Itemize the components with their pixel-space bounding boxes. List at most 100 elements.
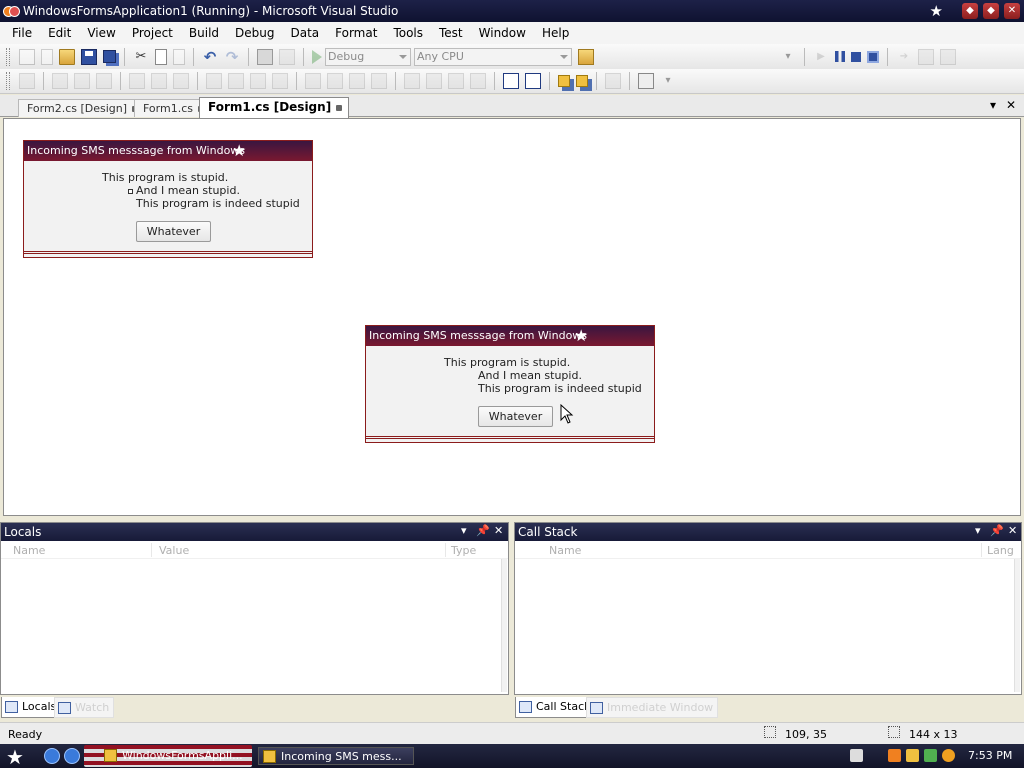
align-centers-icon[interactable] <box>74 73 90 89</box>
column-name[interactable]: Name <box>13 544 45 557</box>
send-to-back-icon[interactable] <box>576 75 588 87</box>
cut-icon[interactable]: ✂ <box>133 49 149 65</box>
window-position-icon[interactable]: ▾ <box>461 524 467 537</box>
tab-call-stack[interactable]: Call Stack <box>515 697 596 718</box>
quick-launch-icon[interactable] <box>64 748 80 764</box>
window-position-icon[interactable]: ▾ <box>975 524 981 537</box>
menu-help[interactable]: Help <box>536 26 575 40</box>
sms-form-title-bar[interactable]: Incoming SMS messsage from Windows ★ <box>366 326 654 346</box>
step-into-icon[interactable] <box>918 48 934 65</box>
align-to-grid-icon[interactable] <box>19 73 35 89</box>
size-to-grid-icon[interactable] <box>228 73 244 89</box>
save-icon[interactable] <box>81 48 97 65</box>
close-pane-icon[interactable]: ✕ <box>494 524 503 537</box>
open-file-icon[interactable] <box>59 48 75 65</box>
start-button[interactable]: ★ <box>6 745 24 768</box>
increase-vertical-spacing-icon[interactable] <box>426 73 442 89</box>
security-shield-icon[interactable] <box>906 749 919 762</box>
column-name[interactable]: Name <box>549 544 581 557</box>
break-all-icon[interactable] <box>835 51 845 62</box>
lock-controls-icon[interactable] <box>605 73 621 89</box>
vertical-spacing-equal-icon[interactable] <box>404 73 420 89</box>
minimize-button[interactable]: ◆ <box>962 3 978 19</box>
menu-data[interactable]: Data <box>284 26 325 40</box>
locals-pane-header[interactable]: Locals ▾ 📌 ✕ <box>1 523 508 541</box>
toolbar-grip[interactable] <box>6 47 10 66</box>
remove-vertical-spacing-icon[interactable] <box>470 73 486 89</box>
menu-view[interactable]: View <box>81 26 121 40</box>
call-stack-pane-header[interactable]: Call Stack ▾ 📌 ✕ <box>515 523 1021 541</box>
align-tops-icon[interactable] <box>129 73 145 89</box>
visual-studio-tray-icon[interactable] <box>888 749 901 762</box>
toolbar-grip[interactable] <box>6 72 10 90</box>
keyboard-icon[interactable] <box>850 749 863 762</box>
show-next-statement-icon[interactable]: ➔ <box>896 49 912 65</box>
align-lefts-icon[interactable] <box>52 73 68 89</box>
menu-project[interactable]: Project <box>126 26 179 40</box>
whatever-button[interactable]: Whatever <box>478 406 553 427</box>
tab-immediate-window[interactable]: Immediate Window <box>586 697 719 718</box>
taskbar-item-visual-studio[interactable]: WindowsFormsAppli... <box>100 747 249 765</box>
column-type[interactable]: Type <box>451 544 476 557</box>
internet-explorer-icon[interactable] <box>44 748 60 764</box>
make-same-height-icon[interactable] <box>250 73 266 89</box>
align-bottoms-icon[interactable] <box>173 73 189 89</box>
menu-tools[interactable]: Tools <box>387 26 429 40</box>
column-value[interactable]: Value <box>159 544 189 557</box>
bring-to-front-icon[interactable] <box>558 75 570 87</box>
horizontal-spacing-equal-icon[interactable] <box>305 73 321 89</box>
pin-icon[interactable]: 📌 <box>990 524 1004 537</box>
remove-horizontal-spacing-icon[interactable] <box>371 73 387 89</box>
whatever-button[interactable]: Whatever <box>136 221 211 242</box>
designer-surface[interactable]: Incoming SMS messsage from Windows ★ Thi… <box>3 118 1021 516</box>
navigate-backward-icon[interactable] <box>257 48 273 65</box>
sms-form-title-bar[interactable]: Incoming SMS messsage from Windows ★ <box>24 141 312 161</box>
network-icon[interactable] <box>924 749 937 762</box>
taskbar-item-sms-form[interactable]: Incoming SMS mess... <box>258 747 414 765</box>
menu-format[interactable]: Format <box>329 26 383 40</box>
menu-window[interactable]: Window <box>473 26 532 40</box>
tab-form2-design[interactable]: Form2.cs [Design] <box>18 99 146 117</box>
solution-configuration-select[interactable]: Debug <box>325 47 411 66</box>
align-middles-icon[interactable] <box>151 73 167 89</box>
close-button[interactable]: ✕ <box>1004 3 1020 19</box>
undo-icon[interactable]: ↶ <box>202 49 218 65</box>
sms-form-running[interactable]: Incoming SMS messsage from Windows ★ Thi… <box>365 325 655 443</box>
make-same-width-icon[interactable] <box>206 73 222 89</box>
menu-edit[interactable]: Edit <box>42 26 77 40</box>
find-in-files-icon[interactable] <box>578 48 594 65</box>
decrease-vertical-spacing-icon[interactable] <box>448 73 464 89</box>
tab-watch[interactable]: Watch <box>54 697 115 718</box>
selection-handle[interactable] <box>128 189 133 194</box>
sms-form-designer[interactable]: Incoming SMS messsage from Windows ★ Thi… <box>23 140 313 258</box>
start-debugging-icon[interactable] <box>312 49 322 64</box>
stop-debugging-icon[interactable] <box>851 51 861 62</box>
maximize-button[interactable]: ◆ <box>983 3 999 19</box>
restart-icon[interactable] <box>867 50 879 63</box>
menu-file[interactable]: File <box>6 26 38 40</box>
toolbar-options-icon[interactable]: ▾ <box>780 49 796 65</box>
make-same-size-icon[interactable] <box>272 73 288 89</box>
column-divider[interactable] <box>151 543 152 557</box>
navigate-forward-icon[interactable] <box>279 48 295 65</box>
close-document-icon[interactable]: ✕ <box>1006 98 1016 112</box>
solution-platform-select[interactable]: Any CPU <box>414 47 572 66</box>
tab-form1-design[interactable]: Form1.cs [Design] <box>199 97 350 118</box>
column-divider[interactable] <box>981 543 982 557</box>
paste-icon[interactable] <box>173 48 185 65</box>
increase-horizontal-spacing-icon[interactable] <box>327 73 343 89</box>
vertical-scrollbar[interactable] <box>501 559 507 692</box>
menu-build[interactable]: Build <box>183 26 225 40</box>
close-pane-icon[interactable]: ✕ <box>1008 524 1017 537</box>
column-language[interactable]: Lang <box>987 544 1014 557</box>
decrease-horizontal-spacing-icon[interactable] <box>349 73 365 89</box>
center-horizontally-icon[interactable] <box>503 73 519 89</box>
search-icon[interactable] <box>942 749 955 762</box>
tab-locals[interactable]: Locals <box>1 697 62 718</box>
redo-icon[interactable]: ↷ <box>224 49 240 65</box>
toolbar-options-icon[interactable]: ▾ <box>660 73 676 89</box>
vertical-scrollbar[interactable] <box>1014 559 1020 692</box>
clock[interactable]: 7:53 PM <box>968 749 1012 762</box>
copy-icon[interactable] <box>155 48 167 65</box>
step-over-icon[interactable] <box>940 48 956 65</box>
